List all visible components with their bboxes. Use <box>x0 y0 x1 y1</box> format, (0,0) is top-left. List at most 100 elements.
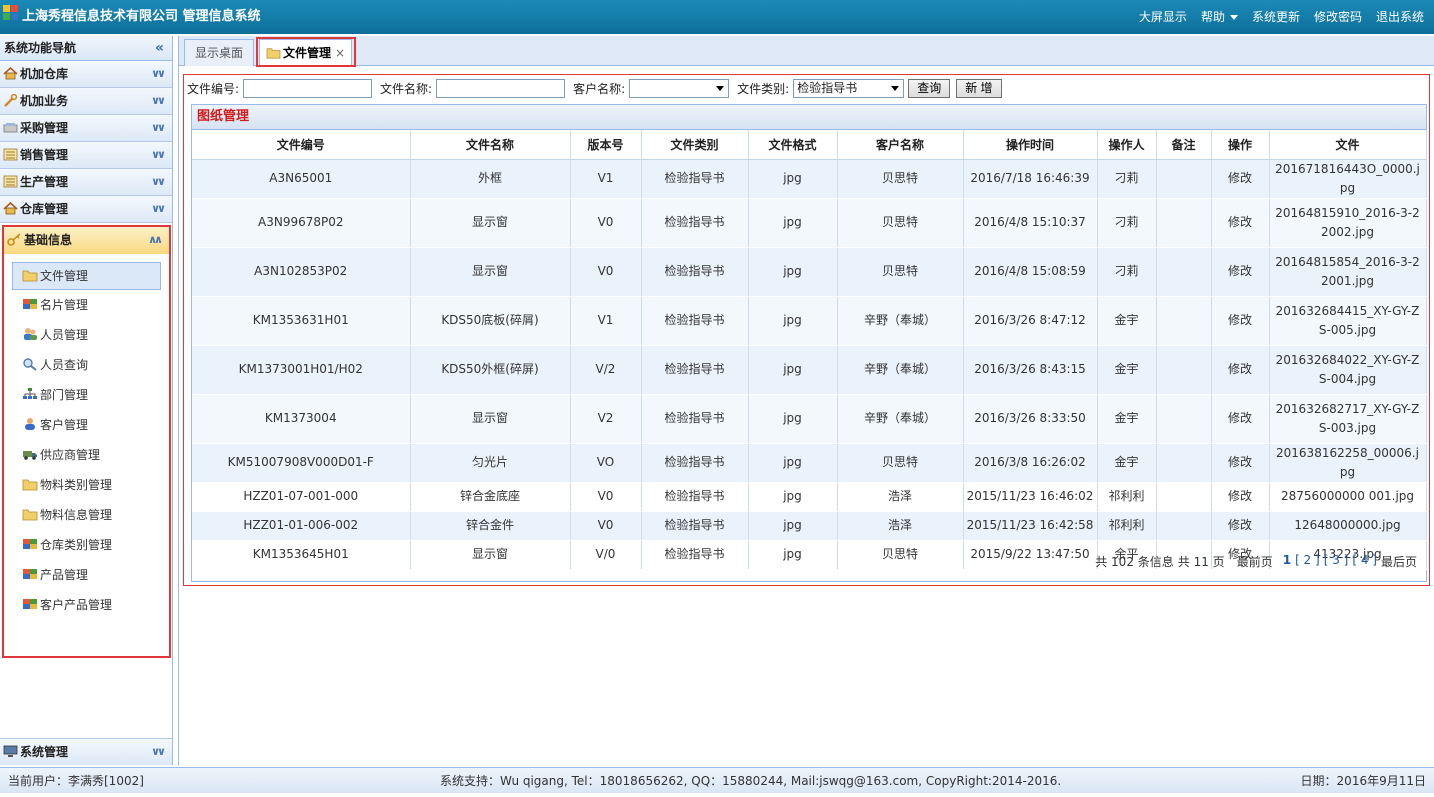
add-button[interactable]: 新 增 <box>956 78 1002 98</box>
logout-link[interactable]: 退出系统 <box>1376 8 1424 25</box>
sidebar-item-label: 物料类别管理 <box>40 478 113 492</box>
table-cell: 2015/9/22 13:47:50 <box>963 540 1098 570</box>
table-cell <box>1156 482 1212 512</box>
table-cell: KDS50底板(碎屑) <box>410 296 571 346</box>
table-cell: V1 <box>570 296 642 346</box>
nav-group-machining-business[interactable]: 机加业务 ∨∨ <box>0 88 172 115</box>
table-cell: 2016/4/8 15:08:59 <box>963 247 1098 297</box>
nav-group-label: 生产管理 <box>20 175 69 189</box>
table-cell: 2016/4/8 15:10:37 <box>963 198 1098 248</box>
table-row[interactable]: KM51007908V000D01-F 匀光片 VO 检验指导书 jpg 贝思特 2016/… <box>192 443 1427 483</box>
edit-link[interactable]: 修改 <box>1211 511 1270 541</box>
sidebar-item-supplier[interactable]: 供应商管理 <box>4 440 169 470</box>
collapse-sidebar-icon[interactable]: « <box>155 36 164 61</box>
table-row[interactable]: A3N99678P02 显示窗 V0 检验指导书 jpg 贝思特 2016/4/8 15:1… <box>192 198 1427 248</box>
file-table: 文件编号 文件名称 版本号 文件类别 文件格式 客户名称 操作时间 操作人 备注 操作 文件 A3N… <box>192 130 1427 570</box>
category-select[interactable]: 检验指导书 <box>793 78 905 98</box>
file-no-input[interactable] <box>243 78 373 98</box>
cards-icon <box>23 299 37 309</box>
chevron-down-icon <box>1229 15 1238 20</box>
sidebar-item-customer-product[interactable]: 客户产品管理 <box>4 590 169 620</box>
table-cell <box>1156 511 1212 541</box>
tab-desktop[interactable]: 显示桌面 <box>184 39 255 66</box>
sidebar-item-personnel-query[interactable]: 人员查询 <box>4 350 169 380</box>
table-cell: 检验指导书 <box>641 540 749 570</box>
table-row[interactable]: A3N102853P02 显示窗 V0 检验指导书 jpg 贝思特 2016/4/8 15:… <box>192 247 1427 297</box>
nav-group-purchase[interactable]: 采购管理 ∨∨ <box>0 115 172 142</box>
column-header: 操作 <box>1211 130 1270 160</box>
table-cell: V0 <box>570 482 642 512</box>
table-row[interactable]: KM1373004 显示窗 V2 检验指导书 jpg 辛野（奉城） 2016/3/26 8:… <box>192 394 1427 444</box>
nav-group-warehouse[interactable]: 仓库管理 ∨∨ <box>0 196 172 223</box>
table-cell: 匀光片 <box>410 443 571 483</box>
page-link-4[interactable]: [ 4 ] <box>1352 553 1377 570</box>
table-cell: A3N99678P02 <box>192 198 411 248</box>
table-cell: HZZ01-07-001-000 <box>192 482 411 512</box>
edit-link[interactable]: 修改 <box>1211 443 1270 483</box>
current-page: 1 <box>1282 553 1292 567</box>
file-name-input[interactable] <box>436 78 566 98</box>
table-cell: VO <box>570 443 642 483</box>
page-link-2[interactable]: [ 2 ] <box>1295 553 1320 570</box>
cards-icon <box>23 569 37 579</box>
search-button[interactable]: 查询 <box>908 78 951 98</box>
chevron-down-icon: ∨∨ <box>151 148 166 161</box>
edit-link[interactable]: 修改 <box>1211 159 1270 199</box>
last-page-link[interactable]: 最后页 <box>1381 553 1417 570</box>
table-row[interactable]: HZZ01-07-001-000 锌合金底座 V0 检验指导书 jpg 浩泽 2015/11… <box>192 482 1427 512</box>
table-cell: jpg <box>748 296 838 346</box>
sidebar-item-customer[interactable]: 客户管理 <box>4 410 169 440</box>
sidebar-item-file-management[interactable]: 文件管理 <box>12 262 161 290</box>
sidebar: 系统功能导航 « 机加仓库 ∨∨ 机加业务 ∨∨ 采购管理 ∨∨ 销售管理 ∨∨… <box>0 36 173 765</box>
help-label: 帮助 <box>1200 10 1225 24</box>
table-cell: 28756000000 001.jpg <box>1269 482 1427 512</box>
chevron-down-icon: ∨∨ <box>151 175 166 188</box>
nav-group-system-management[interactable]: 系统管理 ∨∨ <box>0 738 172 765</box>
sidebar-item-product[interactable]: 产品管理 <box>4 560 169 590</box>
first-page-link[interactable]: 最前页 <box>1237 553 1273 570</box>
edit-link[interactable]: 修改 <box>1211 247 1270 297</box>
change-password-link[interactable]: 修改密码 <box>1314 8 1362 25</box>
sidebar-item-business-card[interactable]: 名片管理 <box>4 290 169 320</box>
truck-icon <box>23 451 37 460</box>
sidebar-item-material-category[interactable]: 物料类别管理 <box>4 470 169 500</box>
edit-link[interactable]: 修改 <box>1211 345 1270 395</box>
tab-bar: 显示桌面 文件管理 × <box>179 36 1434 67</box>
nav-group-sales[interactable]: 销售管理 ∨∨ <box>0 142 172 169</box>
page-link-3[interactable]: [ 3 ] <box>1324 553 1349 570</box>
nav-group-production[interactable]: 生产管理 ∨∨ <box>0 169 172 196</box>
table-row[interactable]: KM1373001H01/H02 KDS50外框(碎屏) V/2 检验指导书 jpg 辛野… <box>192 345 1427 395</box>
nav-group-machining-warehouse[interactable]: 机加仓库 ∨∨ <box>0 61 172 88</box>
big-screen-link[interactable]: 大屏显示 <box>1139 8 1187 25</box>
system-update-link[interactable]: 系统更新 <box>1252 8 1300 25</box>
table-cell: V2 <box>570 394 642 444</box>
nav-group-basic-info[interactable]: 基础信息 ∧∧ <box>4 227 169 254</box>
table-row[interactable]: HZZ01-01-006-002 锌合金件 V0 检验指导书 jpg 浩泽 2015/11/… <box>192 511 1427 541</box>
edit-link[interactable]: 修改 <box>1211 394 1270 444</box>
folder-icon <box>22 270 38 282</box>
sidebar-item-department[interactable]: 部门管理 <box>4 380 169 410</box>
table-cell: jpg <box>748 482 838 512</box>
active-tab-highlight <box>256 37 356 67</box>
help-menu[interactable]: 帮助 <box>1201 8 1238 25</box>
sidebar-item-warehouse-category[interactable]: 仓库类别管理 <box>4 530 169 560</box>
table-cell: 检验指导书 <box>641 296 749 346</box>
table-row[interactable]: KM1353631H01 KDS50底板(碎屑) V1 检验指导书 jpg 辛野（奉城） 2… <box>192 296 1427 346</box>
folder-icon <box>22 479 38 491</box>
chevron-down-icon <box>891 85 900 91</box>
edit-link[interactable]: 修改 <box>1211 482 1270 512</box>
table-cell: 检验指导书 <box>641 159 749 199</box>
sidebar-item-personnel[interactable]: 人员管理 <box>4 320 169 350</box>
table-row[interactable]: A3N65001 外框 V1 检验指导书 jpg 贝思特 2016/7/18 16:46:3… <box>192 159 1427 199</box>
chevron-down-icon <box>716 85 725 91</box>
edit-link[interactable]: 修改 <box>1211 296 1270 346</box>
table-cell: 浩泽 <box>837 482 964 512</box>
table-cell: V/0 <box>570 540 642 570</box>
table-cell: 201638162258_00006.jpg <box>1269 443 1427 483</box>
table-cell: 检验指导书 <box>641 247 749 297</box>
customer-select[interactable] <box>629 78 730 98</box>
edit-link[interactable]: 修改 <box>1211 198 1270 248</box>
sidebar-item-material-info[interactable]: 物料信息管理 <box>4 500 169 530</box>
table-cell: 贝思特 <box>837 159 964 199</box>
drawing-grid-panel: 图纸管理 文件编号 文件名称 版本号 文件类别 文件格式 客户名称 操作时间 操作人 备注 操作文… <box>191 104 1427 582</box>
